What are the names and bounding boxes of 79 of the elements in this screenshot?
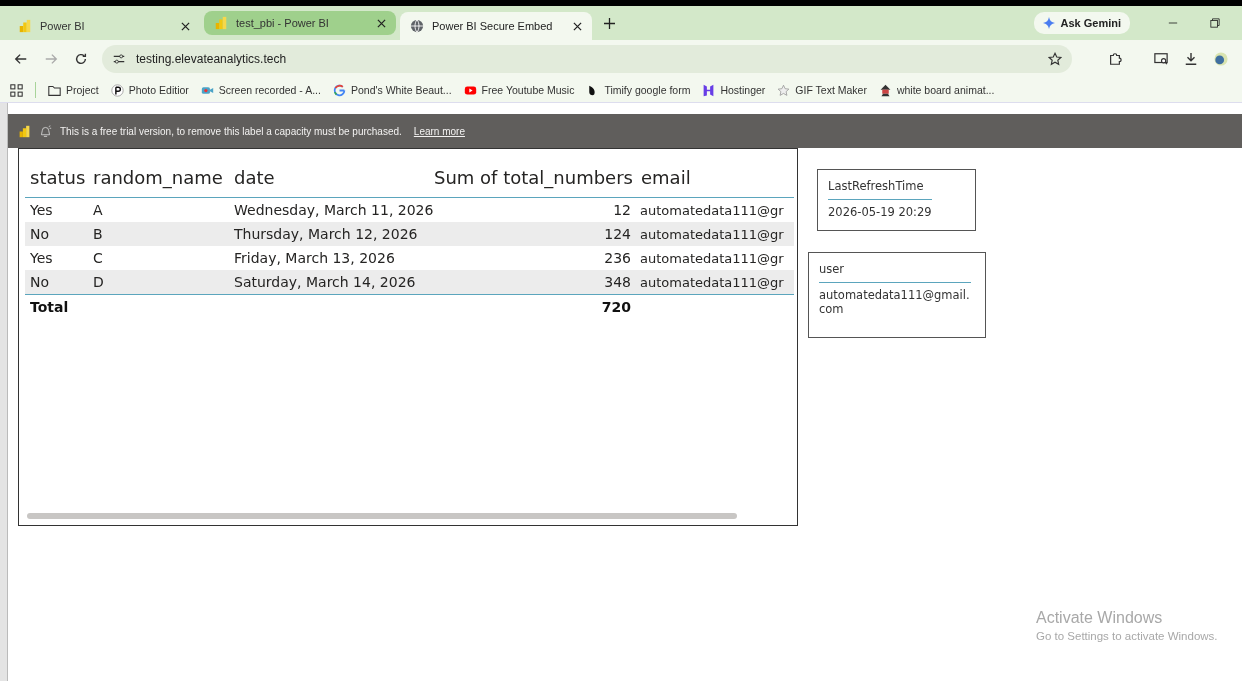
table-cell-text: 348 <box>603 274 632 290</box>
bookmark-item[interactable]: Photo Editior <box>110 83 189 97</box>
learn-more-link[interactable]: Learn more <box>413 125 465 137</box>
extensions-icon[interactable] <box>1108 52 1122 66</box>
bookmark-item[interactable]: Hostinger <box>702 83 766 97</box>
tab-title: Power BI Secure Embed <box>432 20 554 32</box>
table-cell-text: automatedata111@gr <box>639 250 785 266</box>
browser-tab[interactable]: Power BI <box>8 12 200 40</box>
table-cell-text: automatedata111@gr <box>639 274 785 290</box>
sparkle-icon <box>1043 17 1056 29</box>
table-cell-text: Saturday, March 14, 2026 <box>233 274 417 290</box>
column-header: email <box>640 166 692 188</box>
gemini-button[interactable]: Ask Gemini <box>1034 12 1130 34</box>
bar-chart-icon <box>18 19 32 33</box>
activation-notice-text: Go to Settings to activate Windows. <box>1036 630 1218 642</box>
site-settings-icon[interactable] <box>112 52 126 66</box>
table-cell-text: Thursday, March 12, 2026 <box>233 226 419 242</box>
column-header: Sum of total_numbers <box>433 166 634 188</box>
reload-icon[interactable] <box>74 52 88 66</box>
g-logo-icon <box>332 83 346 97</box>
bookmark-item[interactable]: Project <box>48 83 99 97</box>
table-cell-text: A <box>92 202 104 218</box>
close-icon[interactable] <box>377 18 386 28</box>
figure-icon <box>878 83 892 97</box>
tab-title: test_pbi - Power BI <box>236 17 330 29</box>
bar-chart-icon <box>18 124 31 138</box>
bookmark-item[interactable]: Pond's White Beaut... <box>332 83 452 97</box>
card-title: LastRefreshTime <box>828 179 932 200</box>
activation-notice-title: Activate Windows <box>1036 609 1164 627</box>
h-logo-icon <box>702 83 716 97</box>
bell-icon <box>39 124 52 138</box>
address-bar[interactable]: testing.elevateanalytics.tech <box>102 45 1072 73</box>
total-value: 720 <box>600 299 632 315</box>
table-cell-text: automatedata111@gr <box>639 202 785 218</box>
table-cell-text: Yes <box>29 202 54 218</box>
table-cell-text: No <box>29 274 51 290</box>
table-cell-text: Yes <box>29 250 54 266</box>
profile-avatar-icon[interactable] <box>1214 52 1228 66</box>
table-cell-text: 236 <box>603 250 632 266</box>
tab-title: Power BI <box>40 20 86 32</box>
total-label: Total <box>29 299 70 315</box>
table-cell-text: 12 <box>612 202 632 218</box>
p-logo-icon <box>110 83 124 97</box>
restore-icon[interactable] <box>1210 18 1220 28</box>
card-title: user <box>819 262 971 283</box>
table-cell-text: automatedata111@gr <box>639 226 785 242</box>
table-cell-text: Friday, March 13, 2026 <box>233 250 396 266</box>
banner-text: This is a free trial version, to remove this label a capacity must be purchased. <box>60 125 402 137</box>
browser-tab[interactable]: test_pbi - Power BI <box>204 11 396 35</box>
screen-search-icon[interactable] <box>1154 52 1168 66</box>
bar-chart-icon <box>214 16 228 30</box>
download-icon[interactable] <box>1184 52 1198 66</box>
card-value: 2026-05-19 20:29 <box>828 205 933 219</box>
star-icon <box>777 83 791 97</box>
card-value: automatedata111@gmail.com <box>819 288 971 316</box>
column-header: random_name <box>92 166 224 188</box>
back-icon[interactable] <box>14 52 28 66</box>
browser-tab[interactable]: Power BI Secure Embed <box>400 12 592 40</box>
globe-icon <box>410 19 424 33</box>
bookmark-item[interactable]: white board animat... <box>878 83 995 97</box>
play-icon <box>463 83 477 97</box>
folder-icon <box>48 83 61 97</box>
bookmark-item[interactable]: Timify google form <box>586 83 691 97</box>
bookmark-item[interactable]: GIF Text Maker <box>777 83 867 97</box>
column-header: status <box>29 166 87 188</box>
bookmark-item[interactable]: Free Youtube Music <box>463 83 575 97</box>
apps-grid-icon[interactable] <box>10 83 23 97</box>
column-header: date <box>233 166 276 188</box>
table-cell-text: B <box>92 226 104 242</box>
new-tab-icon[interactable] <box>604 17 615 29</box>
table-cell-text: D <box>92 274 105 290</box>
close-icon[interactable] <box>573 21 582 31</box>
bookmark-item[interactable]: Screen recorded - A... <box>200 83 321 97</box>
close-icon[interactable] <box>181 21 190 31</box>
table-cell-text: No <box>29 226 51 242</box>
table-cell-text: C <box>92 250 104 266</box>
bookmark-star-icon[interactable] <box>1048 52 1062 66</box>
table-cell-text: 124 <box>603 226 632 242</box>
scrollbar[interactable] <box>27 513 737 519</box>
